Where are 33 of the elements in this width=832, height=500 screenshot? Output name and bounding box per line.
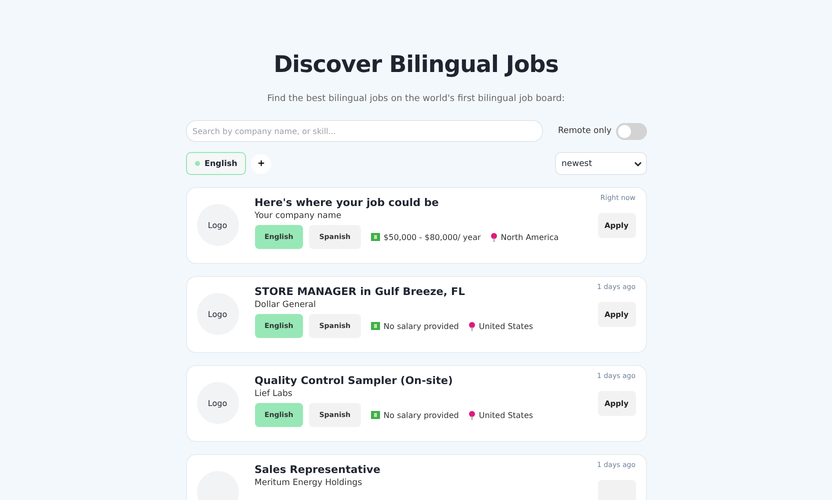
search-field[interactable]: Search by company name, or skill... <box>186 120 544 142</box>
company-logo: Logo <box>196 293 238 335</box>
salary-text: $50,000 - $80,000/ year <box>384 232 481 242</box>
company-name: Your company name <box>254 211 342 221</box>
location-text: United States <box>478 410 534 420</box>
job-title[interactable]: Here's where your job could be <box>254 197 598 209</box>
remote-label: Remote only <box>558 126 612 136</box>
salary-text: No salary provided <box>384 322 459 330</box>
remote-toggle[interactable] <box>616 122 646 140</box>
location-text: North America <box>500 232 559 242</box>
job-title[interactable]: STORE MANAGER in Gulf Breeze, FL <box>254 286 598 298</box>
language-filter-chip[interactable]: English <box>186 152 246 175</box>
money-icon <box>370 233 380 241</box>
salary-text: No salary provided <box>384 410 459 420</box>
add-filter-button[interactable]: + <box>251 154 272 174</box>
job-title[interactable]: Sales Representative <box>254 464 598 476</box>
pin-icon <box>490 232 497 242</box>
chevron-down-icon <box>634 160 642 166</box>
money-icon <box>370 322 380 330</box>
filter-label: English <box>204 159 238 168</box>
sort-select[interactable]: newest <box>554 152 646 175</box>
company-logo: Logo <box>196 204 238 246</box>
company-name: Lief Labs <box>254 389 294 399</box>
company-logo: Logo <box>196 382 238 424</box>
location-text: United States <box>478 322 534 330</box>
money-icon <box>370 411 380 419</box>
job-title[interactable]: Quality Control Sampler (On-site) <box>254 375 598 387</box>
pin-icon <box>468 410 475 420</box>
company-name: Meritum Energy Holdings <box>254 478 364 488</box>
page-title: Discover Bilingual Jobs <box>272 52 560 78</box>
company-name: Dollar General <box>254 300 317 310</box>
page-subtitle: Find the best bilingual jobs on the world's first bilingual job board: <box>266 94 566 104</box>
pin-icon <box>468 322 475 330</box>
